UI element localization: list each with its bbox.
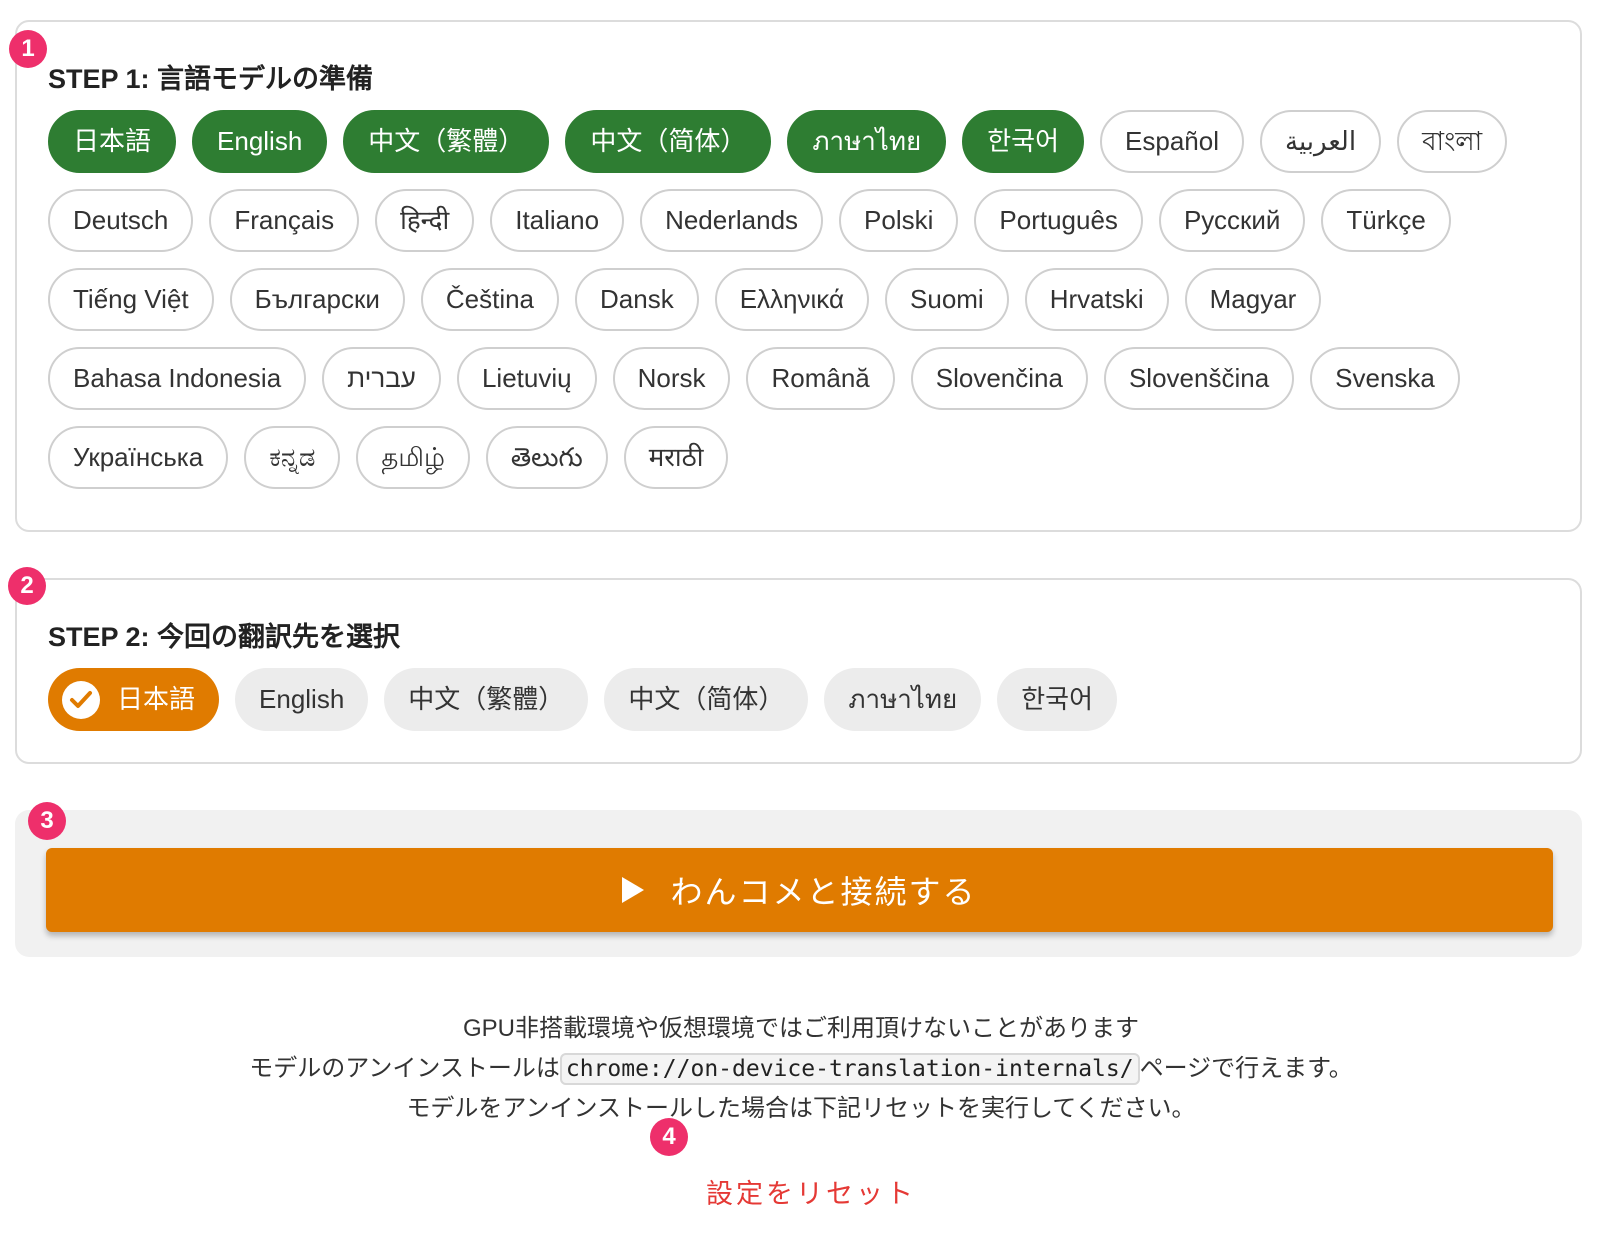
language-chip[interactable]: Dansk [575, 268, 699, 331]
language-chip[interactable]: 中文（简体） [565, 110, 772, 173]
language-chip[interactable]: తెలుగు [485, 426, 608, 489]
target-language-chip[interactable]: 中文（繁體） [384, 668, 589, 731]
target-language-label: ภาษาไทย [848, 684, 958, 714]
reset-settings-link[interactable]: 設定をリセット [706, 1172, 916, 1211]
language-chip[interactable]: Norsk [612, 347, 731, 410]
step1-badge: 1 [9, 30, 47, 68]
language-chip[interactable]: Lietuvių [456, 347, 597, 410]
language-chip[interactable]: ภาษาไทย [787, 110, 947, 173]
language-chip[interactable]: Ελληνικά [714, 268, 870, 331]
target-language-label: English [259, 684, 345, 714]
step1-title: STEP 1: 言語モデルの準備 [48, 64, 374, 94]
language-chip[interactable]: Hrvatski [1024, 268, 1169, 331]
step4-badge: 4 [650, 1118, 688, 1156]
gpu-note: GPU非搭載環境や仮想環境ではご利用頂けないことがあります [462, 1015, 1139, 1042]
step3-badge: 3 [28, 802, 66, 840]
uninstall-note: モデルのアンインストールは chrome://on-device-translat… [0, 1050, 1602, 1088]
language-chip[interactable]: Polski [839, 189, 959, 252]
uninstall-note-suffix: ページで行えます。 [1139, 1055, 1353, 1082]
target-language-list: 日本語 English 中文（繁體） 中文（简体） ภาษาไทย 한국어 [48, 668, 1548, 731]
language-chip[interactable]: Español [1100, 110, 1244, 173]
language-chip[interactable]: Français [209, 189, 360, 252]
language-chip[interactable]: Português [974, 189, 1143, 252]
language-chip[interactable]: Italiano [490, 189, 625, 252]
language-chip[interactable]: Suomi [885, 268, 1009, 331]
target-language-chip[interactable]: 한국어 [997, 668, 1118, 731]
language-chip[interactable]: Українська [48, 426, 229, 489]
language-chip[interactable]: 中文（繁體） [343, 110, 550, 173]
connect-button[interactable]: わんコメと接続する [46, 848, 1553, 932]
target-language-label: 日本語 [117, 684, 196, 714]
language-chip[interactable]: मराठी [623, 426, 729, 489]
language-chip[interactable]: Български [229, 268, 405, 331]
language-chip[interactable]: Deutsch [48, 189, 194, 252]
language-chip[interactable]: Bahasa Indonesia [48, 347, 307, 410]
step1-card: STEP 1: 言語モデルの準備 日本語 English 中文（繁體） 中文（简体）ภ… [15, 20, 1582, 532]
reset-instruction: モデルをアンインストールした場合は下記リセットを実行してください。 [406, 1095, 1196, 1122]
language-model-list: 日本語 English 中文（繁體） 中文（简体） ภาษาไทย 한국어 Español ا… [48, 110, 1548, 489]
language-chip[interactable]: Română [746, 347, 895, 410]
target-language-label: 中文（简体） [628, 684, 785, 714]
language-chip[interactable]: தமிழ் [356, 426, 470, 489]
language-chip[interactable]: Slovenščina [1103, 347, 1295, 410]
step2-badge: 2 [8, 567, 46, 605]
internals-url: chrome://on-device-translation-internals… [559, 1053, 1140, 1085]
target-language-chip[interactable]: 日本語 [48, 668, 220, 731]
target-language-label: 中文（繁體） [408, 684, 565, 714]
target-language-chip[interactable]: 中文（简体） [604, 668, 809, 731]
language-chip[interactable]: עברית [322, 347, 441, 410]
language-chip[interactable]: Svenska [1310, 347, 1460, 410]
language-chip[interactable]: বাংলা [1397, 110, 1508, 173]
language-chip[interactable]: Magyar [1184, 268, 1322, 331]
language-chip[interactable]: Русский [1158, 189, 1306, 252]
language-chip[interactable]: Türkçe [1321, 189, 1451, 252]
language-chip[interactable]: 한국어 [962, 110, 1085, 173]
target-language-chip[interactable]: ภาษาไทย [824, 668, 982, 731]
language-chip[interactable]: Tiếng Việt [48, 268, 214, 331]
target-language-chip[interactable]: English [235, 668, 369, 731]
uninstall-note-prefix: モデルのアンインストールは [249, 1055, 560, 1082]
language-chip[interactable]: العربية [1260, 110, 1382, 173]
language-chip[interactable]: 日本語 [48, 110, 177, 173]
language-chip[interactable]: Nederlands [640, 189, 824, 252]
check-icon [62, 680, 100, 719]
language-chip[interactable]: Čeština [420, 268, 560, 331]
language-chip[interactable]: हिन्दी [375, 189, 475, 252]
language-chip[interactable]: Slovenčina [910, 347, 1088, 410]
step2-title: STEP 2: 今回の翻訳先を選択 [48, 622, 401, 652]
step2-card: STEP 2: 今回の翻訳先を選択 日本語 English 中文（繁體） 中文（简体）… [15, 578, 1582, 764]
play-icon [622, 877, 645, 903]
language-chip[interactable]: English [192, 110, 328, 173]
language-chip[interactable]: ಕನ್ನಡ [244, 426, 341, 489]
target-language-label: 한국어 [1021, 684, 1094, 714]
connect-button-label: わんコメと接続する [670, 874, 977, 910]
connect-panel: わんコメと接続する [15, 810, 1582, 957]
